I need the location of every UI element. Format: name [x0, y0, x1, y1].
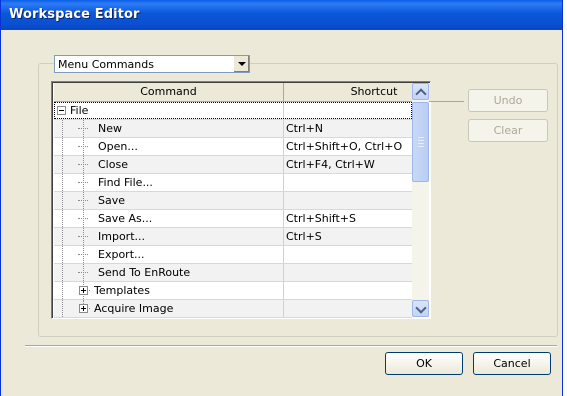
shortcut-label: Ctrl+N: [286, 122, 324, 135]
table-row[interactable]: Find File...: [54, 174, 412, 192]
shortcut-cell[interactable]: [286, 246, 412, 263]
command-cell: Open...: [54, 138, 284, 155]
shortcut-cell[interactable]: Ctrl+S: [286, 228, 412, 245]
command-label: Import...: [98, 230, 145, 243]
shortcut-label: Ctrl+S: [286, 230, 322, 243]
ok-button[interactable]: OK: [385, 352, 463, 375]
scroll-up-button[interactable]: [412, 83, 429, 100]
command-label: Save As...: [98, 212, 153, 225]
command-cell: Send To EnRoute: [54, 264, 284, 281]
command-label: Templates: [94, 284, 150, 297]
expand-plus-icon[interactable]: [79, 304, 88, 313]
scrollbar-thumb[interactable]: [412, 102, 429, 182]
table-row[interactable]: Open... Ctrl+Shift+O, Ctrl+O: [54, 138, 412, 156]
shortcut-cell[interactable]: [286, 300, 412, 317]
table-row[interactable]: Send To EnRoute: [54, 264, 412, 282]
shortcut-cell[interactable]: [286, 282, 412, 299]
shortcut-cell[interactable]: [286, 174, 412, 191]
shortcut-cell[interactable]: Ctrl+Shift+S: [286, 210, 412, 227]
vertical-scrollbar[interactable]: [412, 83, 429, 317]
command-label: Export...: [98, 248, 145, 261]
shortcut-cell[interactable]: [286, 264, 412, 281]
shortcut-label: Ctrl+Shift+S: [286, 212, 356, 225]
dropdown-arrow-button[interactable]: [233, 56, 249, 72]
command-label: New: [98, 122, 122, 135]
table-row[interactable]: Save: [54, 192, 412, 210]
table-row[interactable]: Export...: [54, 246, 412, 264]
scroll-down-button[interactable]: [412, 300, 429, 317]
table-row[interactable]: Save As... Ctrl+Shift+S: [54, 210, 412, 228]
command-label: Close: [98, 158, 128, 171]
command-rows: File New Ctrl+N Open... Ctrl+Shift+O, Ctrl+O…: [54, 102, 412, 318]
window-title: Workspace Editor: [9, 7, 140, 22]
shortcut-cell[interactable]: Ctrl+N: [286, 120, 412, 137]
command-cell: Export...: [54, 246, 284, 263]
command-cell: Close: [54, 156, 284, 173]
table-row[interactable]: New Ctrl+N: [54, 120, 412, 138]
shortcut-cell[interactable]: Ctrl+Shift+O, Ctrl+O: [286, 138, 412, 155]
command-label: Open...: [98, 140, 138, 153]
category-dropdown-value: Menu Commands: [58, 58, 154, 71]
command-cell: Templates: [54, 282, 284, 299]
command-label: Send To EnRoute: [98, 266, 191, 279]
table-row[interactable]: Close Ctrl+F4, Ctrl+W: [54, 156, 412, 174]
column-header-command[interactable]: Command: [54, 83, 284, 102]
command-cell: Save: [54, 192, 284, 209]
command-cell: Save As...: [54, 210, 284, 227]
expand-plus-icon[interactable]: [79, 286, 88, 295]
shortcut-label: Ctrl+F4, Ctrl+W: [286, 158, 375, 171]
command-label: Acquire Image: [94, 302, 174, 315]
workspace-editor-window: Workspace Editor Menu Commands Command S…: [0, 0, 563, 396]
command-list[interactable]: Command Shortcut File New Ctrl+N Open... Ctr…: [51, 81, 464, 319]
command-cell: New: [54, 120, 284, 137]
category-dropdown[interactable]: Menu Commands: [54, 55, 250, 73]
command-cell: Import...: [54, 228, 284, 245]
shortcut-label: Ctrl+Shift+O, Ctrl+O: [286, 140, 403, 153]
table-row[interactable]: Acquire Image: [54, 300, 412, 318]
command-label: Save: [98, 194, 126, 207]
command-cell: Find File...: [54, 174, 284, 191]
cancel-button[interactable]: Cancel: [473, 352, 551, 375]
chevron-down-icon: [415, 302, 427, 314]
table-row[interactable]: File: [54, 102, 412, 120]
shortcut-cell[interactable]: [286, 192, 412, 209]
focus-rect: [54, 102, 412, 119]
table-row[interactable]: Import... Ctrl+S: [54, 228, 412, 246]
separator: [25, 345, 557, 347]
chevron-up-icon: [415, 88, 427, 100]
clear-button[interactable]: Clear: [468, 119, 548, 142]
title-bar[interactable]: Workspace Editor: [1, 0, 562, 30]
column-header-shortcut[interactable]: Shortcut: [284, 83, 464, 102]
chevron-down-icon: [238, 62, 246, 66]
undo-button[interactable]: Undo: [468, 89, 548, 112]
command-cell: Acquire Image: [54, 300, 284, 317]
shortcut-cell[interactable]: Ctrl+F4, Ctrl+W: [286, 156, 412, 173]
table-row[interactable]: Templates: [54, 282, 412, 300]
command-label: Find File...: [98, 176, 153, 189]
